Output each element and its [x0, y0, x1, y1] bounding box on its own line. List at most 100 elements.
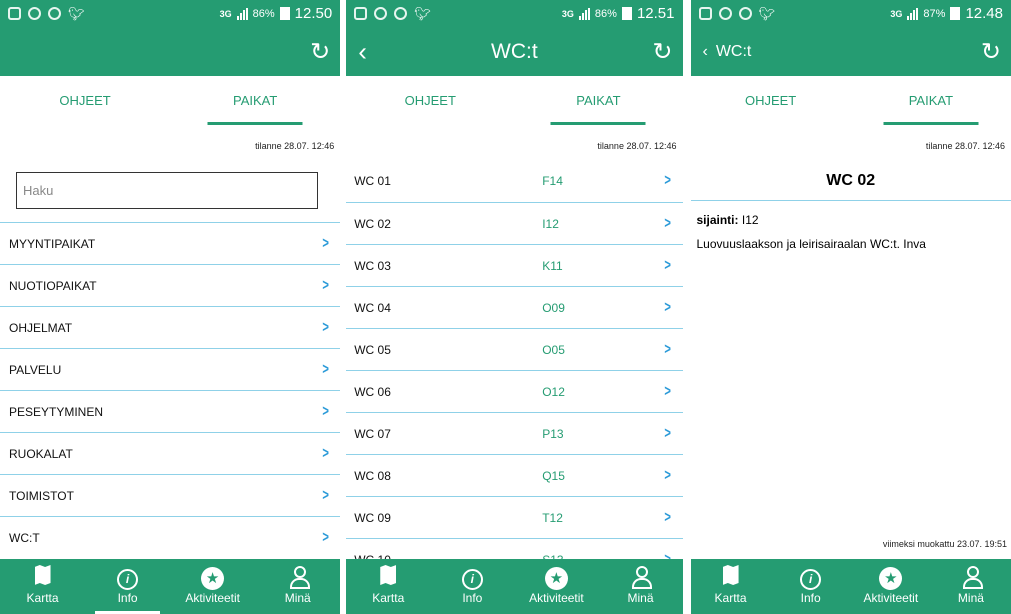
chevron-right-icon: >	[322, 486, 329, 504]
location-value: I12	[741, 213, 759, 227]
sync-icon	[718, 7, 732, 20]
refresh-icon[interactable]: ↻	[652, 37, 672, 66]
app-icon	[48, 7, 61, 20]
description: Luovuuslaakson ja leirisairaalan WC:t. I…	[696, 237, 926, 251]
status-notification-icons: 🐦︎	[8, 6, 85, 22]
chevron-right-icon: >	[664, 508, 672, 526]
list-item[interactable]: RUOKALAT >	[0, 432, 341, 474]
nav-activities[interactable]: ★ Aktiviteetit	[170, 559, 255, 614]
user-icon	[288, 565, 310, 589]
app-bar: ↻	[0, 27, 341, 76]
bottom-nav: Kartta i Info ★ Aktiviteetit Minä	[0, 559, 341, 614]
page-title: WC:t	[491, 39, 538, 63]
nav-info[interactable]: i Info	[430, 559, 514, 614]
app-bar: ‹ WC:t ↻	[346, 27, 683, 76]
map-icon	[34, 565, 51, 585]
refresh-icon[interactable]: ↻	[981, 37, 1001, 66]
location-row: sijainti: I12	[691, 201, 1011, 227]
chevron-right-icon: >	[322, 444, 329, 462]
battery-icon	[621, 7, 632, 20]
list-item[interactable]: WC 05 O05 >	[346, 328, 683, 370]
signal-icon	[236, 7, 248, 20]
list-item[interactable]: WC:T >	[0, 516, 341, 558]
screen-categories: 🐦︎ 3G 86% 12.50 ↻ OHJEET PAIKAT tilanne …	[0, 0, 341, 614]
list-item[interactable]: MYYNTIPAIKAT >	[0, 222, 341, 264]
list-item[interactable]: WC 09 T12 >	[346, 496, 683, 538]
battery-icon	[950, 7, 961, 20]
list-item[interactable]: WC 06 O12 >	[346, 370, 683, 412]
info-icon: i	[117, 569, 139, 590]
back-button[interactable]: ‹ WC:t	[703, 43, 752, 61]
status-timestamp: tilanne 28.07. 12:46	[255, 141, 335, 151]
nav-activities[interactable]: ★ Aktiviteetit	[514, 559, 598, 614]
list-item[interactable]: PESEYTYMINEN >	[0, 390, 341, 432]
chevron-left-icon[interactable]: ‹	[358, 36, 367, 67]
app-icon	[738, 7, 752, 20]
bottom-nav: Kartta i Info ★ Aktiviteetit Minä	[690, 559, 1011, 614]
search-container	[0, 160, 340, 222]
screen-wc-list: 🐦︎ 3G 86% 12.51 ‹ WC:t ↻ OHJEET PAIKAT t…	[346, 0, 683, 614]
clock: 12.50	[294, 5, 333, 22]
modified-timestamp: viimeksi muokattu 23.07. 19:51	[882, 539, 1007, 549]
chevron-right-icon: >	[322, 360, 329, 378]
chevron-right-icon: >	[664, 466, 672, 484]
search-input[interactable]	[16, 172, 319, 209]
nav-map[interactable]: Kartta	[691, 559, 771, 614]
tab-guide[interactable]: OHJEET	[691, 76, 851, 132]
nav-info[interactable]: i Info	[85, 559, 170, 614]
chevron-right-icon: >	[322, 276, 329, 294]
list-item[interactable]: PALVELU >	[0, 348, 341, 390]
tab-bar: OHJEET PAIKAT	[691, 76, 1011, 132]
list-item[interactable]: NUOTIOPAIKAT >	[0, 264, 341, 306]
sync-icon	[28, 7, 41, 20]
nav-map[interactable]: Kartta	[346, 559, 430, 614]
clock: 12.48	[965, 5, 1003, 22]
tab-places[interactable]: PAIKAT	[514, 76, 682, 132]
gallery-icon	[354, 7, 368, 20]
nav-activities[interactable]: ★ Aktiviteetit	[851, 559, 931, 614]
list-item[interactable]: OHJELMAT >	[0, 306, 341, 348]
location-label: sijainti:	[696, 213, 739, 227]
list-item[interactable]: WC 03 K11 >	[346, 244, 683, 286]
list-item[interactable]: WC 02 I12 >	[346, 202, 683, 244]
gallery-icon	[698, 7, 712, 20]
status-notification-icons: 🐦︎	[698, 6, 775, 22]
list-item[interactable]: WC 04 O09 >	[346, 286, 683, 328]
list-item[interactable]: WC 08 Q15 >	[346, 454, 683, 496]
list-item[interactable]: WC 07 P13 >	[346, 412, 683, 454]
sync-icon	[374, 7, 388, 20]
battery-percent: 86%	[594, 7, 617, 20]
battery-percent: 86%	[252, 7, 275, 20]
status-notification-icons: 🐦︎	[354, 6, 431, 22]
clock: 12.51	[636, 5, 675, 22]
list-item[interactable]: TOIMISTOT >	[0, 474, 341, 516]
chevron-right-icon: >	[664, 214, 672, 232]
nav-info[interactable]: i Info	[771, 559, 851, 614]
chevron-right-icon: >	[322, 528, 329, 546]
info-icon: i	[461, 569, 483, 590]
nav-me[interactable]: Minä	[931, 559, 1011, 614]
app-icon	[394, 7, 408, 20]
nav-map[interactable]: Kartta	[0, 559, 85, 614]
chevron-right-icon: >	[664, 256, 672, 274]
chevron-right-icon: >	[664, 340, 672, 358]
network-type: 3G	[219, 8, 232, 19]
twitter-icon: 🐦︎	[68, 5, 85, 21]
tab-bar: OHJEET PAIKAT	[346, 76, 682, 132]
tab-places[interactable]: PAIKAT	[851, 76, 1011, 132]
nav-me[interactable]: Minä	[598, 559, 682, 614]
user-icon	[961, 565, 983, 589]
nav-me[interactable]: Minä	[255, 559, 340, 614]
tab-places[interactable]: PAIKAT	[170, 76, 340, 132]
wc-list: WC 01 F14 > WC 02 I12 > WC 03 K11 > WC 04 O09 > …	[346, 160, 683, 580]
chevron-right-icon: >	[322, 234, 329, 252]
tab-guide[interactable]: OHJEET	[346, 76, 514, 132]
tab-guide[interactable]: OHJEET	[0, 76, 170, 132]
list-item[interactable]: WC 01 F14 >	[346, 160, 682, 202]
refresh-icon[interactable]: ↻	[310, 37, 330, 66]
star-icon: ★	[201, 567, 225, 590]
status-bar: 🐦︎ 3G 87% 12.48	[690, 0, 1011, 27]
star-icon: ★	[544, 567, 568, 590]
chevron-right-icon: >	[664, 382, 672, 400]
chevron-right-icon: >	[322, 318, 329, 336]
